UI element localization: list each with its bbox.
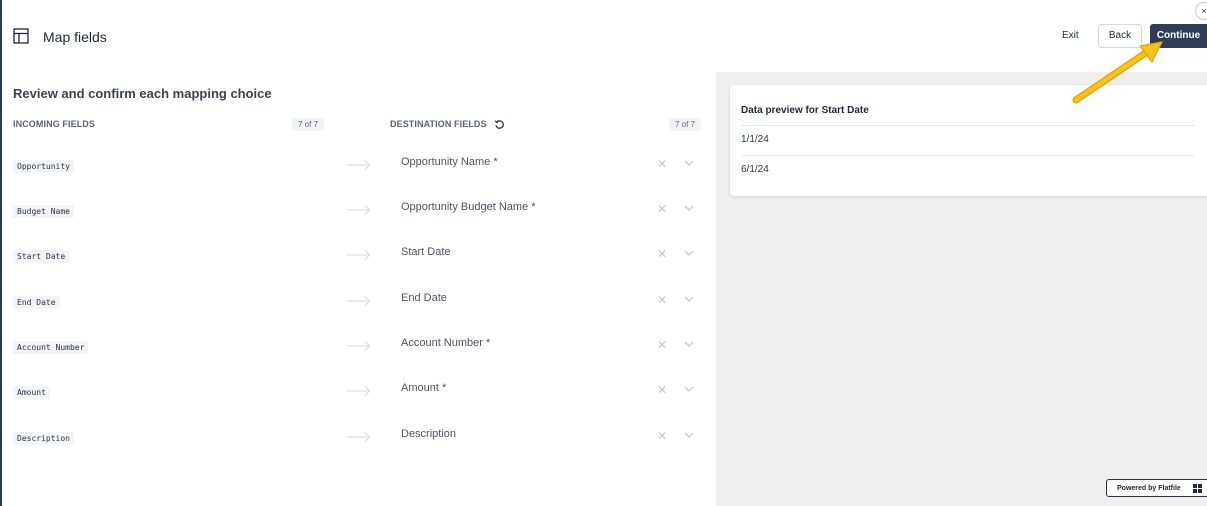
arrow-right-icon (347, 160, 371, 170)
close-icon[interactable]: ✕ (657, 202, 667, 216)
mapping-row: Opportunity Opportunity Name * ✕ (0, 154, 716, 199)
incoming-field: Amount (13, 386, 50, 399)
arrow-right-icon (347, 250, 371, 260)
destination-field-select[interactable]: Description (401, 428, 456, 440)
close-icon[interactable]: ✕ (657, 338, 667, 352)
close-button[interactable]: × (1195, 2, 1207, 20)
table-icon (13, 28, 29, 44)
incoming-field: Opportunity (13, 160, 74, 173)
powered-by-badge[interactable]: Powered by Flatfile (1106, 479, 1207, 497)
preview-value: 6/1/24 (741, 155, 1195, 184)
preview-value: 1/1/24 (741, 125, 1195, 154)
arrow-right-icon (347, 296, 371, 306)
destination-field-select[interactable]: End Date (401, 292, 447, 304)
arrow-right-icon (347, 432, 371, 442)
incoming-fields-header: INCOMING FIELDS (13, 119, 95, 129)
annotation-arrow-icon (1072, 41, 1163, 104)
close-icon[interactable]: ✕ (657, 157, 667, 171)
arrow-right-icon (347, 205, 371, 215)
incoming-field: Budget Name (13, 205, 74, 218)
incoming-field: Start Date (13, 250, 70, 263)
powered-by-label: Powered by Flatfile (1117, 485, 1181, 492)
mapping-row: Start Date Start Date ✕ (0, 244, 716, 289)
chevron-down-icon[interactable] (684, 249, 694, 257)
incoming-field: End Date (13, 296, 60, 309)
arrow-right-icon (347, 341, 371, 351)
close-icon[interactable]: ✕ (657, 293, 667, 307)
destination-field-select[interactable]: Amount * (401, 382, 446, 394)
destination-count-badge: 7 of 7 (669, 118, 702, 131)
chevron-down-icon[interactable] (684, 431, 694, 439)
close-icon[interactable]: ✕ (657, 429, 667, 443)
destination-field-select[interactable]: Start Date (401, 246, 451, 258)
reset-icon[interactable] (494, 119, 505, 130)
incoming-count-badge: 7 of 7 (292, 118, 325, 131)
chevron-down-icon[interactable] (684, 204, 694, 212)
arrow-right-icon (347, 386, 371, 396)
close-icon[interactable]: ✕ (657, 247, 667, 261)
preview-title: Data preview for Start Date (741, 105, 869, 116)
incoming-field: Description (13, 432, 74, 445)
destination-field-select[interactable]: Opportunity Budget Name * (401, 201, 536, 213)
destination-field-select[interactable]: Account Number * (401, 337, 490, 349)
chevron-down-icon[interactable] (684, 159, 694, 167)
destination-fields-header: DESTINATION FIELDS (390, 119, 487, 129)
chevron-down-icon[interactable] (684, 340, 694, 348)
mapping-row: Description Description ✕ (0, 426, 716, 471)
mapping-row: Account Number Account Number * ✕ (0, 335, 716, 380)
header: Map fields Exit Back Continue × (0, 0, 1207, 72)
mapping-heading: Review and confirm each mapping choice (13, 86, 272, 101)
incoming-field: Account Number (13, 341, 89, 354)
mapping-row: Amount Amount * ✕ (0, 380, 716, 425)
close-icon[interactable]: ✕ (657, 383, 667, 397)
chevron-down-icon[interactable] (684, 295, 694, 303)
mapping-row: Budget Name Opportunity Budget Name * ✕ (0, 199, 716, 244)
flatfile-logo-icon (1193, 484, 1202, 493)
chevron-down-icon[interactable] (684, 385, 694, 393)
page-title: Map fields (43, 29, 107, 45)
destination-field-select[interactable]: Opportunity Name * (401, 156, 498, 168)
mapping-row: End Date End Date ✕ (0, 290, 716, 335)
